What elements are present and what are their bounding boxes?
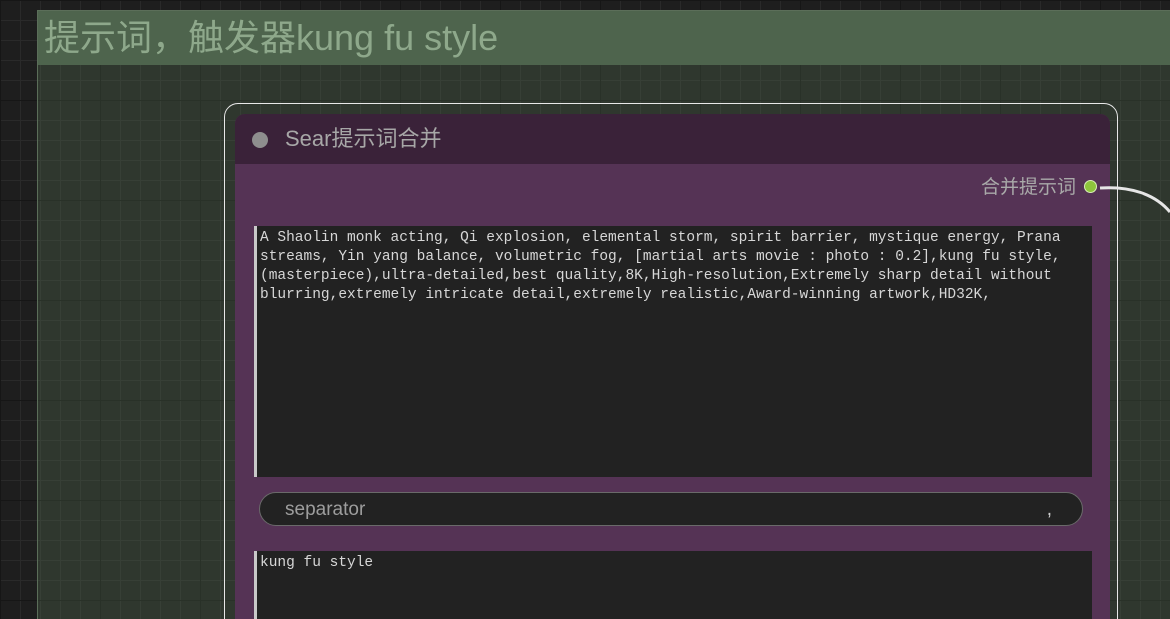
separator-label: separator [285,499,366,520]
prompt-textarea[interactable]: A Shaolin monk acting, Qi explosion, ele… [254,226,1092,477]
output-link-wire [1099,186,1170,213]
separator-value: , [1046,499,1052,520]
output-socket-icon[interactable] [1084,180,1097,193]
group-header[interactable]: 提示词，触发器kung fu style [38,11,1170,65]
separator-input[interactable]: separator , [259,492,1083,526]
prompt-merge-node[interactable]: Sear提示词合并 合并提示词 A Shaolin monk acting, Q… [235,114,1110,619]
group-title: 提示词，触发器kung fu style [44,17,499,58]
trigger-textarea[interactable]: kung fu style [254,551,1092,619]
circle-dot-icon[interactable] [252,132,268,148]
output-label: 合并提示词 [980,177,1076,198]
node-title: Sear提示词合并 [285,126,442,151]
node-title-bar[interactable]: Sear提示词合并 [235,114,1110,164]
